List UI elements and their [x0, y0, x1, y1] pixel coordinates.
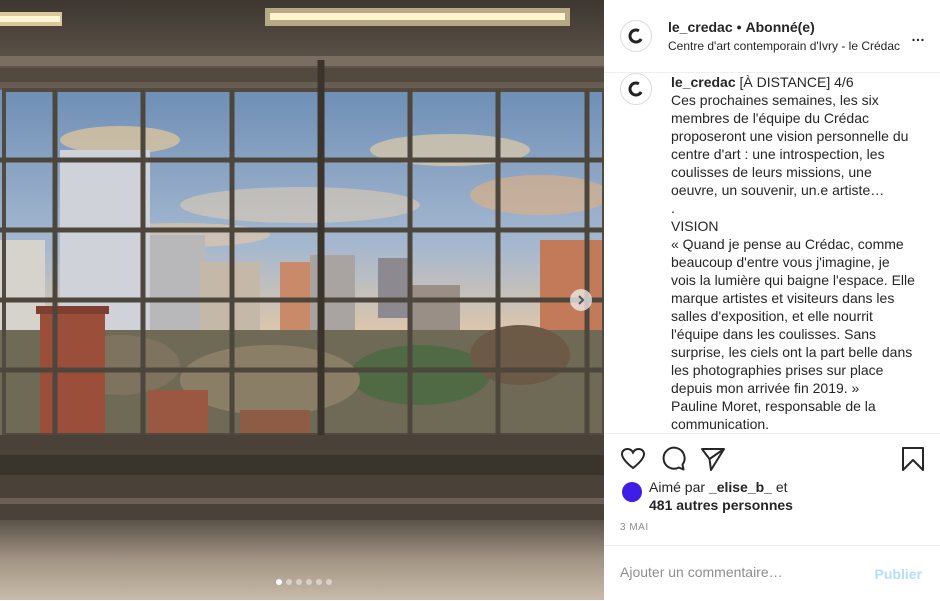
caption-line: membres de l'équipe du Crédac: [671, 110, 870, 126]
credac-logo-icon: [628, 28, 644, 44]
caption-line: coulisses de leurs missions, une: [671, 164, 872, 180]
caption-line: Ces prochaines semaines, les six: [671, 92, 879, 108]
carousel-dot: [326, 579, 332, 585]
likes-suffix: et: [771, 479, 788, 495]
caption-line: marque artistes et visiteurs dans les: [671, 290, 895, 306]
caption-line: beaucoup d'entre vous j'imagine, je: [671, 254, 890, 270]
carousel-dot: [296, 579, 302, 585]
caption-line: vois la lumière qui baigne l'espace. Ell…: [671, 272, 915, 288]
avatar[interactable]: [620, 20, 652, 52]
header-username[interactable]: le_credac: [668, 19, 733, 35]
likes-text: Aimé par _elise_b_ et 481 autres personn…: [649, 478, 793, 514]
header-separator: •: [736, 19, 742, 35]
post-date[interactable]: 3 MAI: [620, 522, 649, 533]
caption-text: le_credac [À DISTANCE] 4/6 Ces prochaine…: [671, 73, 929, 433]
caption-line: l'équipe dans les coulisses. Sans: [671, 326, 877, 342]
carousel-dot: [316, 579, 322, 585]
follow-status-button[interactable]: Abonné(e): [746, 19, 815, 35]
carousel-next-button[interactable]: [570, 289, 592, 311]
caption-line: communication.: [671, 416, 770, 432]
comment-bar: Publier: [604, 545, 940, 601]
carousel-dot: [276, 579, 282, 585]
carousel-dot: [286, 579, 292, 585]
caption-line: depuis mon arrivée fin 2019. »: [671, 380, 860, 396]
caption-line: Pauline Moret, responsable de la: [671, 398, 876, 414]
post-location[interactable]: Centre d'art contemporain d'Ivry - le Cr…: [668, 39, 900, 53]
heart-icon[interactable]: [620, 446, 646, 472]
likes-prefix: Aimé par: [649, 479, 709, 495]
header-userline: le_credac • Abonné(e): [668, 19, 815, 35]
post-actions-bar: [604, 433, 940, 484]
caption-line: centre d'art : une introspection, les: [671, 146, 885, 162]
publish-button[interactable]: Publier: [875, 566, 922, 582]
share-icon[interactable]: [700, 446, 726, 472]
likes-count-link[interactable]: 481 autres personnes: [649, 497, 793, 513]
caption-line: les photographies prises sur place: [671, 362, 884, 378]
caption-line: salles d'exposition, et elle nourrit: [671, 308, 873, 324]
caption-line: VISION: [671, 218, 719, 234]
caption-line: « Quand je pense au Crédac, comme: [671, 236, 904, 252]
caption-line: proposeront une vision personnelle du: [671, 128, 909, 144]
caption-line: oeuvre, un souvenir, un.e artiste…: [671, 182, 885, 198]
avatar[interactable]: [620, 73, 652, 105]
liker-username[interactable]: _elise_b_: [709, 479, 772, 495]
comment-icon[interactable]: [660, 446, 686, 472]
post-header: le_credac • Abonné(e) Centre d'art contemp…: [604, 0, 940, 73]
carousel-dot: [306, 579, 312, 585]
bookmark-icon[interactable]: [900, 446, 926, 472]
comment-input[interactable]: [620, 564, 860, 580]
caption-title: [À DISTANCE] 4/6: [735, 74, 854, 90]
caption-line: .: [671, 200, 675, 216]
caption-line: surprise, les ciels ont la part belle da…: [671, 344, 913, 360]
chevron-right-icon: [578, 295, 585, 305]
avatar[interactable]: [622, 482, 642, 502]
more-options-icon[interactable]: …: [911, 28, 926, 44]
post-caption: le_credac [À DISTANCE] 4/6 Ces prochaine…: [604, 73, 940, 433]
post-side-panel: le_credac • Abonné(e) Centre d'art contemp…: [604, 0, 940, 600]
caption-username[interactable]: le_credac: [671, 74, 736, 90]
photo-window-view: [0, 0, 604, 600]
carousel-indicator: [276, 579, 332, 585]
credac-logo-icon: [628, 81, 644, 97]
post-photo[interactable]: [0, 0, 604, 600]
